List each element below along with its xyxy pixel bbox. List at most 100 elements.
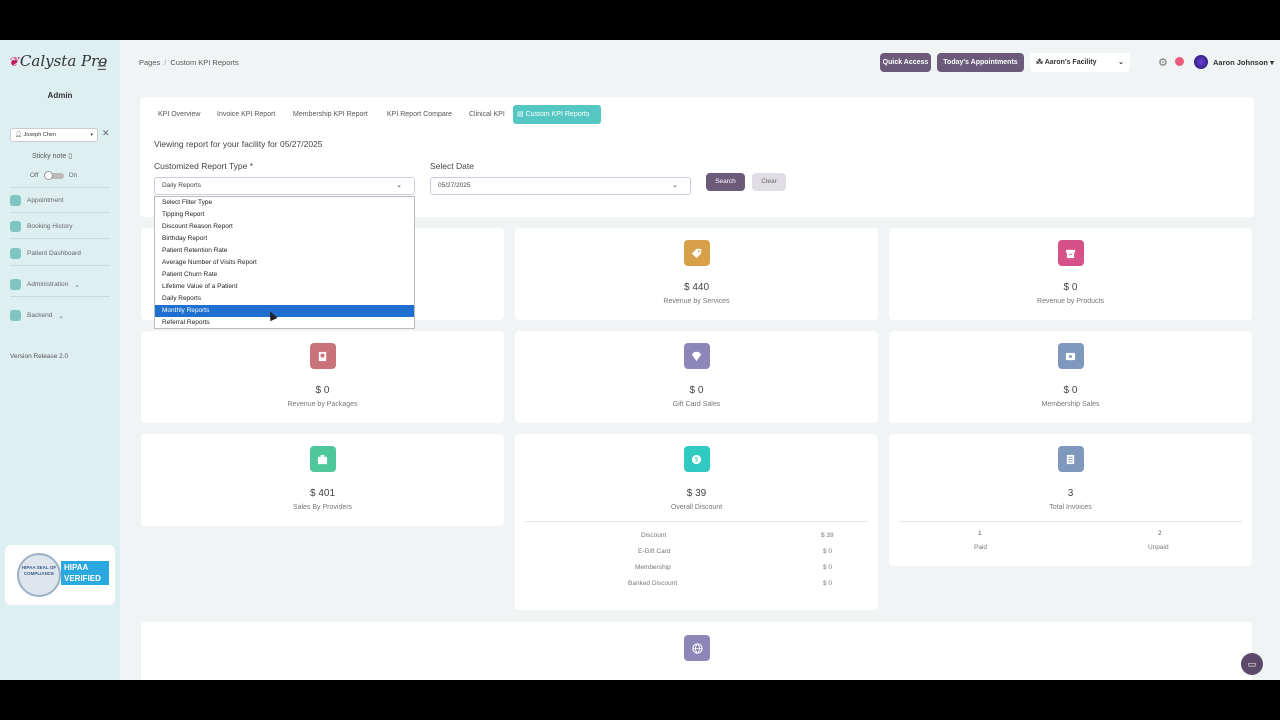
card-value: $ 39 bbox=[686, 488, 707, 499]
box-icon bbox=[1057, 240, 1084, 266]
chevron-down-icon: ⌄ bbox=[672, 182, 678, 189]
card-value: $ 0 bbox=[1063, 282, 1078, 293]
card-value: 3 bbox=[1067, 488, 1074, 499]
sidebar-item-backend[interactable]: Backend ⌄ bbox=[10, 310, 64, 321]
discount-row-amount: $ 0 bbox=[823, 580, 833, 587]
patient-select[interactable]: 👤︎ Joseph Chen ▾ bbox=[10, 128, 98, 142]
tab-custom-kpi-reports[interactable]: ▤ Custom KPI Reports bbox=[513, 105, 601, 124]
sidebar-divider bbox=[10, 238, 110, 239]
dollar-coin-icon: $ bbox=[683, 446, 710, 472]
briefcase-icon bbox=[309, 446, 336, 472]
unpaid-count: 2 bbox=[1158, 530, 1162, 537]
card-label: Gift Card Sales bbox=[672, 401, 721, 408]
dropdown-option-select-filter-type[interactable]: Select Filter Type bbox=[155, 197, 414, 209]
dropdown-option-tipping-report[interactable]: Tipping Report bbox=[155, 209, 414, 221]
card-value: $ 0 bbox=[1063, 385, 1078, 396]
dropdown-option-patient-churn-rate[interactable]: Patient Churn Rate bbox=[155, 269, 414, 281]
hipaa-seal-icon: HIPAA SEAL OF COMPLIANCE bbox=[17, 553, 61, 597]
date-select[interactable]: 05/27/2025 ⌄ bbox=[430, 177, 691, 195]
sidebar-divider bbox=[10, 265, 110, 266]
app-frame: ❦Calysta Pro ☰ Admin 👤︎ Joseph Chen ▾ ✕ … bbox=[0, 40, 1280, 680]
version-label: Version Release 2.0 bbox=[10, 353, 69, 360]
patient-select-value: Joseph Chen bbox=[23, 132, 56, 138]
toggle-knob bbox=[43, 170, 53, 180]
discount-row-amount: $ 0 bbox=[823, 548, 833, 555]
sidebar-divider bbox=[10, 187, 110, 188]
dropdown-option-monthly-reports[interactable]: Monthly Reports bbox=[155, 305, 414, 317]
calendar-icon bbox=[10, 195, 21, 206]
dropdown-option-referral-reports[interactable]: Referral Reports bbox=[155, 317, 414, 329]
card-revenue-by-services: $ 440 Revenue by Services bbox=[515, 228, 878, 320]
user-menu[interactable]: Aaron Johnson ▾ bbox=[1213, 58, 1274, 67]
sidebar-item-patient-dashboard[interactable]: Patient Dashboard bbox=[10, 248, 81, 259]
invoice-icon bbox=[1057, 446, 1084, 472]
discount-row-amount: $ 39 bbox=[821, 532, 834, 539]
discount-row-name: E-Gift Card bbox=[638, 548, 671, 555]
sidebar: ❦Calysta Pro ☰ Admin 👤︎ Joseph Chen ▾ ✕ … bbox=[0, 40, 120, 680]
clear-patient-icon[interactable]: ✕ bbox=[102, 128, 110, 139]
patient-icon bbox=[10, 248, 21, 259]
tab-invoice-kpi-report[interactable]: Invoice KPI Report bbox=[213, 105, 279, 124]
card-membership-sales: $ 0 Membership Sales bbox=[889, 331, 1252, 423]
todays-appointments-button[interactable]: Today's Appointments bbox=[937, 53, 1024, 72]
sidebar-item-administration[interactable]: Administration ⌄ bbox=[10, 279, 80, 290]
dropdown-option-discount-reason-report[interactable]: Discount Reason Report bbox=[155, 221, 414, 233]
gear-icon[interactable]: ⚙ bbox=[1158, 56, 1168, 69]
tab-clinical-kpi[interactable]: Clinical KPI bbox=[465, 105, 509, 124]
card-label: Revenue by Services bbox=[663, 298, 730, 305]
user-name: Aaron Johnson bbox=[1213, 58, 1269, 67]
quick-access-button[interactable]: Quick Access bbox=[880, 53, 931, 72]
facility-select[interactable]: ⁂ Aaron's Facility ⌄ bbox=[1030, 53, 1130, 72]
notification-bell-icon[interactable]: • bbox=[1175, 57, 1184, 66]
card-label: Sales By Providers bbox=[292, 504, 353, 511]
card-label: Revenue by Packages bbox=[287, 401, 358, 408]
sticky-note-link[interactable]: Sticky note ▯ bbox=[32, 152, 72, 160]
breadcrumb: Pages / Custom KPI Reports bbox=[139, 58, 239, 67]
report-type-label: Customized Report Type * bbox=[154, 161, 254, 171]
chevron-down-icon: ⌄ bbox=[1118, 59, 1124, 66]
sidebar-item-booking-history[interactable]: Booking History bbox=[10, 221, 73, 232]
card-divider bbox=[899, 521, 1242, 522]
app-logo[interactable]: ❦Calysta Pro bbox=[8, 52, 107, 70]
tab-membership-kpi-report[interactable]: Membership KPI Report bbox=[289, 105, 372, 124]
paid-label: Paid bbox=[974, 544, 988, 551]
chevron-down-icon: ▾ bbox=[1270, 58, 1274, 67]
dropdown-option-average-visits-report[interactable]: Average Number of Visits Report bbox=[155, 257, 414, 269]
card-bottom bbox=[141, 622, 1252, 680]
facility-select-value: Aaron's Facility bbox=[1044, 59, 1097, 66]
search-button[interactable]: Search bbox=[706, 173, 745, 191]
clear-button[interactable]: Clear bbox=[752, 173, 786, 191]
report-icon: ▤ bbox=[517, 111, 524, 118]
globe-icon bbox=[684, 635, 710, 661]
avatar[interactable] bbox=[1194, 55, 1208, 69]
discount-row-amount: $ 0 bbox=[823, 564, 833, 571]
diamond-icon bbox=[683, 343, 710, 369]
toggle-off-label: Off bbox=[30, 172, 39, 179]
tab-kpi-overview[interactable]: KPI Overview bbox=[154, 105, 204, 124]
date-select-value: 05/27/2025 bbox=[438, 182, 471, 189]
breadcrumb-separator: / bbox=[164, 58, 167, 67]
toggle-on-label: On bbox=[68, 172, 78, 179]
discount-row-name: Membership bbox=[635, 564, 671, 571]
dropdown-option-patient-retention-rate[interactable]: Patient Retention Rate bbox=[155, 245, 414, 257]
card-value: $ 0 bbox=[689, 385, 704, 396]
tab-kpi-report-compare[interactable]: KPI Report Compare bbox=[383, 105, 456, 124]
paid-count: 1 bbox=[978, 530, 982, 537]
chevron-down-icon: ⌄ bbox=[58, 312, 64, 320]
card-divider bbox=[525, 521, 868, 522]
chat-icon[interactable]: ▭ bbox=[1241, 653, 1263, 675]
sticky-note-toggle[interactable] bbox=[43, 170, 64, 180]
menu-toggle-icon[interactable]: ☰ bbox=[97, 60, 107, 73]
card-gift-card-sales: $ 0 Gift Card Sales bbox=[515, 331, 878, 423]
sidebar-item-appointment[interactable]: Appointment bbox=[10, 195, 64, 206]
dropdown-option-lifetime-value[interactable]: Lifetime Value of a Patient bbox=[155, 281, 414, 293]
breadcrumb-pages[interactable]: Pages bbox=[139, 58, 160, 67]
viewing-text: Viewing report for your facility for 05/… bbox=[154, 139, 323, 149]
note-icon: ▯ bbox=[68, 153, 73, 160]
dropdown-option-daily-reports[interactable]: Daily Reports bbox=[155, 293, 414, 305]
card-sales-by-providers: $ 401 Sales By Providers bbox=[141, 434, 504, 526]
sticky-toggle-row: Off On bbox=[30, 170, 78, 180]
dropdown-option-birthday-report[interactable]: Birthday Report bbox=[155, 233, 414, 245]
report-type-select[interactable]: Daily Reports ⌄ bbox=[154, 177, 415, 195]
sidebar-divider bbox=[10, 296, 110, 297]
